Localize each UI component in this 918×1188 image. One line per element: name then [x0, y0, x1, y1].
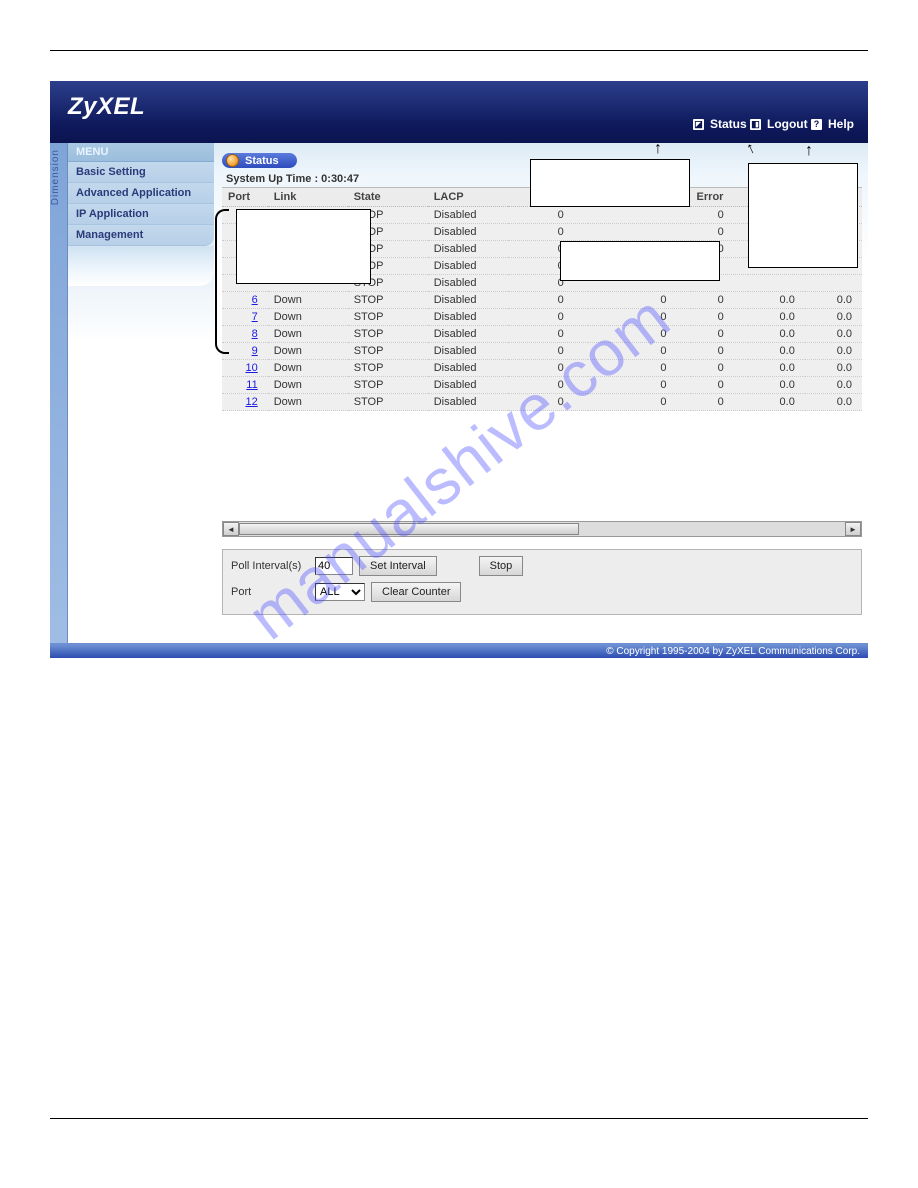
- table-row: STOPDisabled00: [222, 224, 862, 241]
- sidebar: MENU Basic Setting Advanced Application …: [68, 143, 214, 643]
- scroll-left-icon[interactable]: ◄: [223, 522, 239, 536]
- sidebar-item-ip-application[interactable]: IP Application: [68, 204, 214, 225]
- table-row: 11DownSTOPDisabled0000.00.0: [222, 377, 862, 394]
- app-window: ZyXEL ◪ Status ◧ Logout ? Help Dimension GS…: [50, 81, 868, 658]
- sidebar-item-basic-setting[interactable]: Basic Setting: [68, 162, 214, 183]
- col-c1: [508, 188, 588, 207]
- scroll-right-icon[interactable]: ►: [845, 522, 861, 536]
- scroll-thumb[interactable]: [239, 523, 579, 535]
- port-label: Port: [231, 586, 309, 598]
- port-select[interactable]: ALL: [315, 583, 365, 601]
- horizontal-scrollbar[interactable]: ◄ ►: [222, 521, 862, 537]
- col-error: Error: [691, 188, 748, 207]
- table-row: STOPDisabled0: [222, 258, 862, 275]
- port-link[interactable]: 6: [252, 294, 258, 306]
- status-icon: ◪: [693, 119, 704, 130]
- col-port: Port: [222, 188, 268, 207]
- sidebar-item-management[interactable]: Management: [68, 225, 214, 246]
- port-link[interactable]: 7: [252, 311, 258, 323]
- tab-strip: Dimension GS-3012F: [50, 143, 68, 643]
- port-link[interactable]: 8: [252, 328, 258, 340]
- poll-interval-input[interactable]: [315, 557, 353, 575]
- header-bar: ZyXEL ◪ Status ◧ Logout ? Help: [50, 81, 868, 143]
- status-table: Port Link State LACP Error 1DownSTOPDisa…: [222, 188, 862, 411]
- col-link: Link: [268, 188, 348, 207]
- table-row: 9DownSTOPDisabled0000.00.0: [222, 343, 862, 360]
- table-header-row: Port Link State LACP Error: [222, 188, 862, 207]
- help-link[interactable]: Help: [828, 117, 854, 131]
- port-link[interactable]: 12: [245, 396, 257, 408]
- status-table-wrap: Port Link State LACP Error 1DownSTOPDisa…: [222, 187, 862, 411]
- table-row: STOPDisabled00: [222, 241, 862, 258]
- table-row: STOPDisabled0: [222, 275, 862, 292]
- table-row: 10DownSTOPDisabled0000.00.0: [222, 360, 862, 377]
- col-lacp: LACP: [428, 188, 508, 207]
- col-r2: [805, 188, 862, 207]
- clear-counter-button[interactable]: Clear Counter: [371, 582, 461, 602]
- brand-logo: ZyXEL: [68, 93, 145, 121]
- tab-model[interactable]: GS-3012F: [50, 211, 61, 277]
- table-row: 1DownSTOPDisabled00: [222, 207, 862, 224]
- status-pill: Status: [222, 153, 297, 168]
- col-c2: [588, 188, 691, 207]
- stop-button[interactable]: Stop: [479, 556, 524, 576]
- tab-dimension[interactable]: Dimension: [50, 143, 61, 211]
- system-uptime: System Up Time : 0:30:47: [226, 173, 862, 185]
- controls-panel: Poll Interval(s) Set Interval Stop Port …: [222, 549, 862, 615]
- set-interval-button[interactable]: Set Interval: [359, 556, 437, 576]
- main-panel: Status System Up Time : 0:30:47 Port Lin…: [214, 143, 868, 643]
- port-link[interactable]: 1: [252, 209, 258, 221]
- logout-icon: ◧: [750, 119, 761, 130]
- status-pill-label: Status: [245, 155, 279, 167]
- port-link[interactable]: 10: [245, 362, 257, 374]
- col-state: State: [348, 188, 428, 207]
- status-link[interactable]: Status: [710, 117, 747, 131]
- port-link[interactable]: 11: [246, 379, 257, 391]
- poll-interval-label: Poll Interval(s): [231, 560, 309, 572]
- port-link[interactable]: 9: [252, 345, 258, 357]
- table-row: 8DownSTOPDisabled0000.00.0: [222, 326, 862, 343]
- status-dot-icon: [226, 154, 239, 167]
- footer-copyright: © Copyright 1995-2004 by ZyXEL Communica…: [50, 643, 868, 658]
- col-r1: [748, 188, 805, 207]
- sidebar-item-advanced-application[interactable]: Advanced Application: [68, 183, 214, 204]
- table-row: 12DownSTOPDisabled0000.00.0: [222, 394, 862, 411]
- logout-link[interactable]: Logout: [767, 117, 808, 131]
- table-row: 7DownSTOPDisabled0000.00.0: [222, 309, 862, 326]
- help-icon: ?: [811, 119, 822, 130]
- top-links: ◪ Status ◧ Logout ? Help: [693, 117, 854, 131]
- menu-heading: MENU: [68, 143, 214, 162]
- table-row: 6DownSTOPDisabled0000.00.0: [222, 292, 862, 309]
